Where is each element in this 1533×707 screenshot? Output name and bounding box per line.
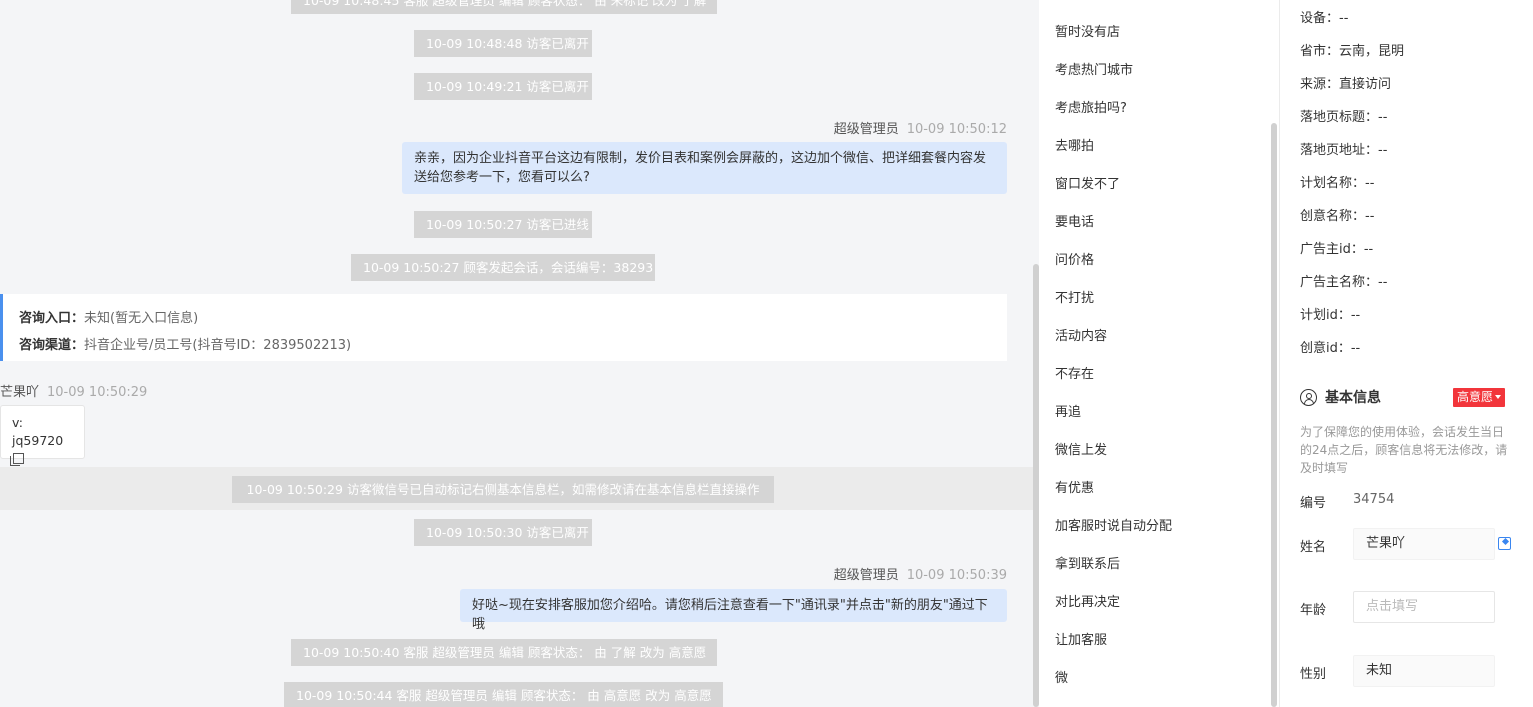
quick-reply-item[interactable]: 去哪拍 [1055,135,1094,154]
message-time: 10-09 10:50:29 [47,385,148,400]
system-message: 10-09 10:48:48 访客已离开 [414,30,592,57]
message-line: v: [12,415,23,430]
consult-entry-value: 未知(暂无入口信息) [84,311,199,326]
consult-entry-label: 咨询入口： [19,311,85,326]
system-message: 10-09 10:48:45 客服 超级管理员 编辑 顾客状态： 由 未标记 改… [291,0,717,14]
quick-reply-item[interactable]: 对比再决定 [1055,591,1120,610]
quick-reply-item[interactable]: 问价格 [1055,249,1094,268]
quick-reply-item[interactable]: 考虑热门城市 [1055,59,1133,78]
source-landing-url: 落地页地址：-- [1300,143,1388,158]
source-landing-title: 落地页标题：-- [1300,110,1388,125]
system-message: 10-09 10:49:21 访客已离开 [414,73,592,100]
source-advertiser-id: 广告主id：-- [1300,242,1374,257]
quick-reply-item[interactable]: 再追 [1055,401,1081,420]
system-message: 10-09 10:50:27 顾客发起会话，会话编号：38293 [351,254,655,281]
quick-reply-item[interactable]: 要电话 [1055,211,1094,230]
consult-channel-value: 抖音企业号/员工号(抖音号ID：2839502213) [84,338,352,353]
system-message: 10-09 10:50:27 访客已进线 [414,211,592,238]
agent-message-bubble: 好哒~现在安排客服加您介绍哈。请您稍后注意查看一下"通讯录"并点击"新的朋友"通… [460,589,1007,632]
chat-panel: 10-09 10:48:45 客服 超级管理员 编辑 顾客状态： 由 未标记 改… [0,0,1033,707]
intent-status-label: 高意愿 [1457,390,1494,404]
system-message: 10-09 10:50:40 客服 超级管理员 编辑 顾客状态： 由 了解 改为… [291,639,717,666]
system-message: 10-09 10:50:29 访客微信号已自动标记右侧基本信息栏，如需修改请在基… [232,476,774,503]
quick-reply-item[interactable]: 窗口发不了 [1055,173,1120,192]
consult-entry-row: 咨询入口：未知(暂无入口信息) [19,305,991,332]
name-field[interactable]: 芒果吖 [1353,528,1495,560]
age-field[interactable]: 点击填写 [1353,591,1495,623]
edit-icon[interactable] [1498,537,1511,550]
gender-field[interactable]: 未知 [1353,655,1495,687]
consult-channel-row: 咨询渠道：抖音企业号/员工号(抖音号ID：2839502213) [19,332,991,359]
message-time: 10-09 10:50:39 [906,568,1007,583]
source-creative-id: 创意id：-- [1300,341,1361,356]
name-label: 姓名 [1300,540,1327,555]
quick-reply-scrollbar[interactable] [1271,0,1277,707]
visitor-message-bubble: v: jq59720 [0,405,85,466]
sender-name: 超级管理员 [833,568,899,583]
source-origin: 来源：直接访问 [1300,77,1392,92]
id-value: 34754 [1353,492,1395,507]
quick-reply-item[interactable]: 有优惠 [1055,477,1094,496]
source-device: 设备：-- [1300,11,1349,26]
quick-reply-item[interactable]: 暂时没有店 [1055,21,1120,40]
quick-reply-item[interactable]: 让加客服 [1055,629,1107,648]
id-label: 编号 [1300,496,1327,511]
source-province-city: 省市：云南，昆明 [1300,44,1405,59]
copy-icon[interactable] [10,453,24,466]
wechat-id-text: jq59720 [12,433,64,448]
sender-name: 芒果吖 [0,385,40,400]
consult-info-card: 咨询入口：未知(暂无入口信息) 咨询渠道：抖音企业号/员工号(抖音号ID：283… [0,294,1007,361]
basic-info-title: 基本信息 [1300,387,1381,407]
quick-reply-item[interactable]: 微信上发 [1055,439,1107,458]
consult-channel-label: 咨询渠道： [19,338,85,353]
source-creative-name: 创意名称：-- [1300,209,1375,224]
intent-status-dropdown[interactable]: 高意愿 [1453,388,1506,407]
message-line: jq59720 [10,432,73,468]
gender-label: 性别 [1300,667,1327,682]
quick-reply-scrollbar-thumb[interactable] [1271,123,1277,707]
quick-reply-item[interactable]: 拿到联系后 [1055,553,1120,572]
quick-reply-item[interactable]: 微 [1055,667,1068,686]
system-message: 10-09 10:50:30 访客已离开 [414,519,592,546]
sender-name: 超级管理员 [833,122,899,137]
quick-reply-item[interactable]: 活动内容 [1055,325,1107,344]
source-plan-name: 计划名称：-- [1300,176,1375,191]
quick-reply-item[interactable]: 不存在 [1055,363,1094,382]
system-message: 10-09 10:50:44 客服 超级管理员 编辑 顾客状态： 由 高意愿 改… [284,682,723,707]
user-circle-icon [1300,388,1317,406]
quick-reply-item[interactable]: 加客服时说自动分配 [1055,515,1172,534]
customer-info-panel: 设备：-- 省市：云南，昆明 来源：直接访问 落地页标题：-- 落地页地址：--… [1279,0,1533,707]
quick-reply-item[interactable]: 不打扰 [1055,287,1094,306]
agent-message-bubble: 亲亲，因为企业抖音平台这边有限制，发价目表和案例会屏蔽的，这边加个微信、把详细套… [402,142,1007,194]
basic-info-title-text: 基本信息 [1325,390,1381,406]
source-plan-id: 计划id：-- [1300,308,1361,323]
message-time: 10-09 10:50:12 [906,122,1007,137]
quick-reply-item[interactable]: 考虑旅拍吗? [1055,97,1127,116]
age-label: 年龄 [1300,603,1327,618]
message-sender: 芒果吖 10-09 10:50:29 [0,381,147,400]
edit-notice: 为了保障您的使用体验，会话发生当日的24点之后，顾客信息将无法修改，请及时填写 [1300,425,1508,475]
caret-down-icon [1495,395,1502,399]
source-advertiser-name: 广告主名称：-- [1300,275,1388,290]
quick-reply-panel: 暂时没有店 考虑热门城市 考虑旅拍吗? 去哪拍 窗口发不了 要电话 问价格 不打… [1039,0,1279,707]
message-sender: 超级管理员 10-09 10:50:12 [834,118,1007,137]
message-sender: 超级管理员 10-09 10:50:39 [834,564,1007,583]
